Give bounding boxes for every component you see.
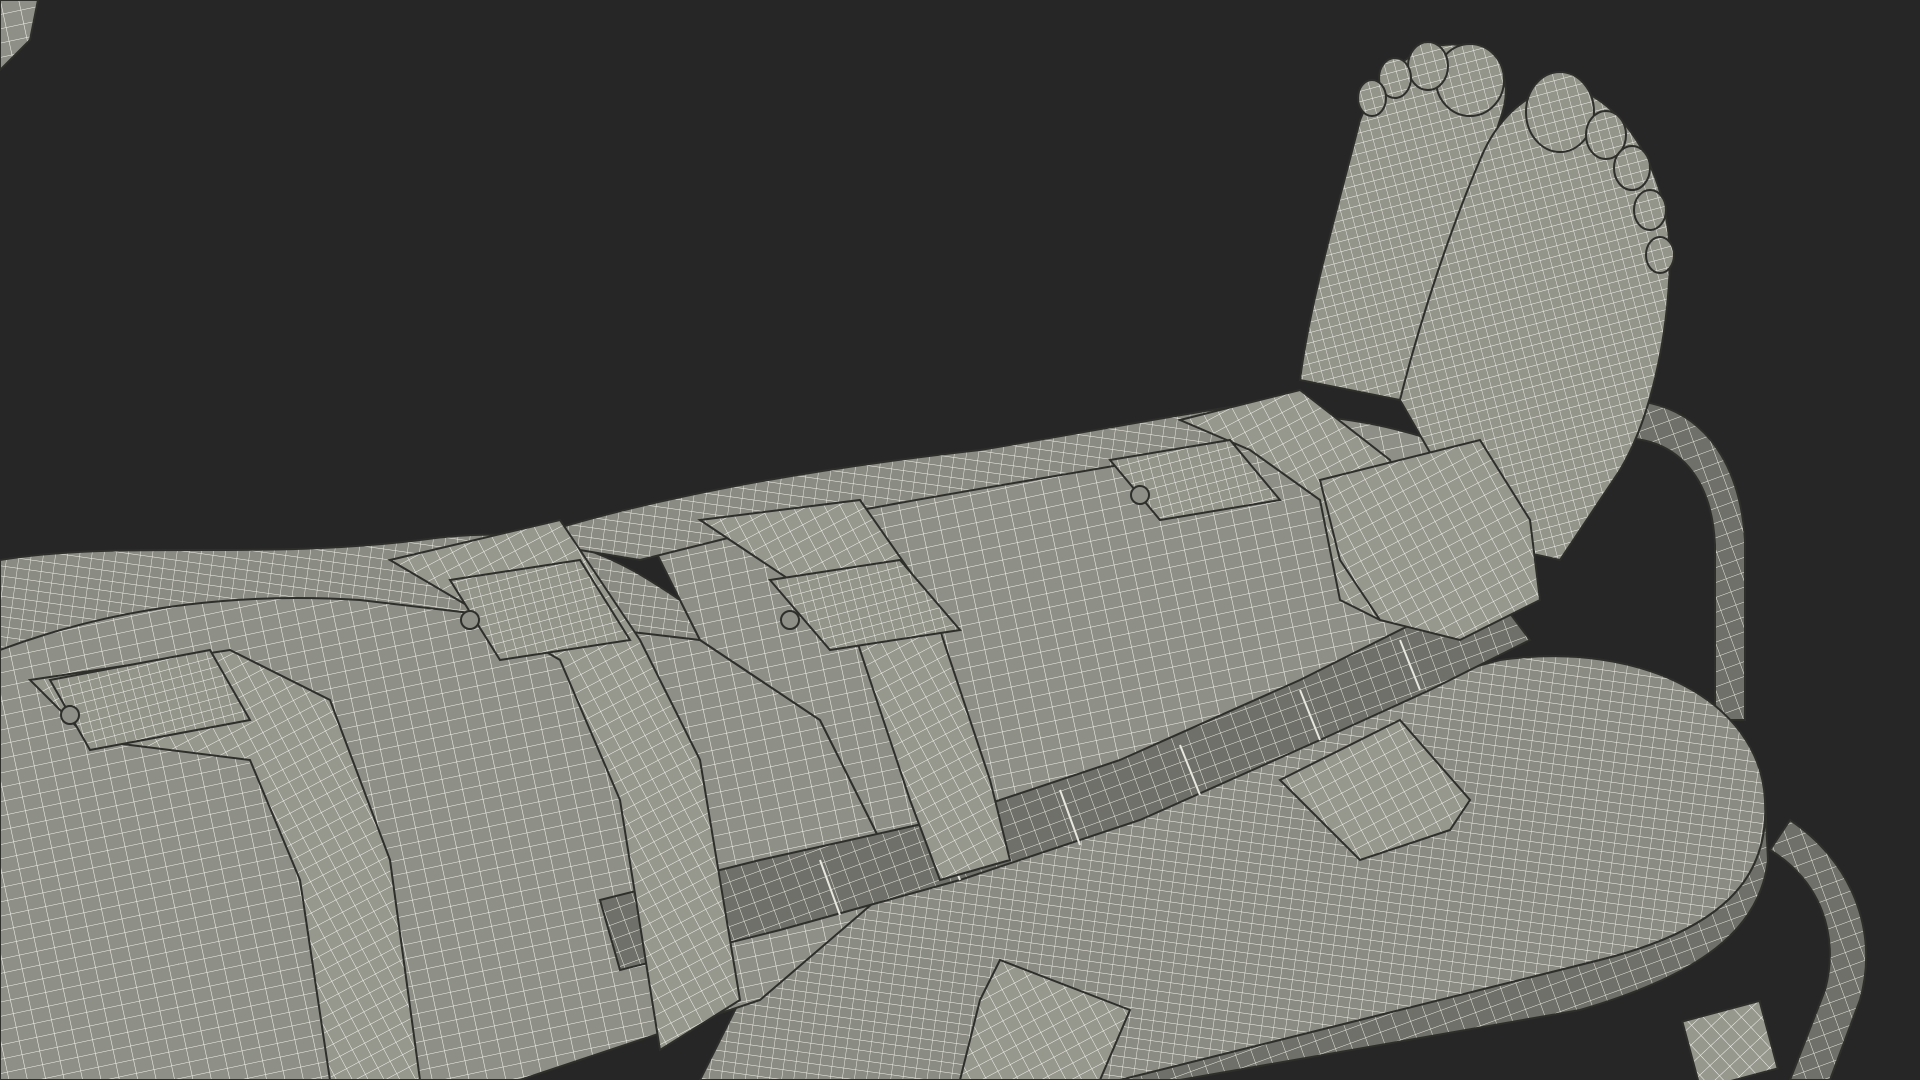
wireframe-render-scene (0, 0, 1920, 1080)
